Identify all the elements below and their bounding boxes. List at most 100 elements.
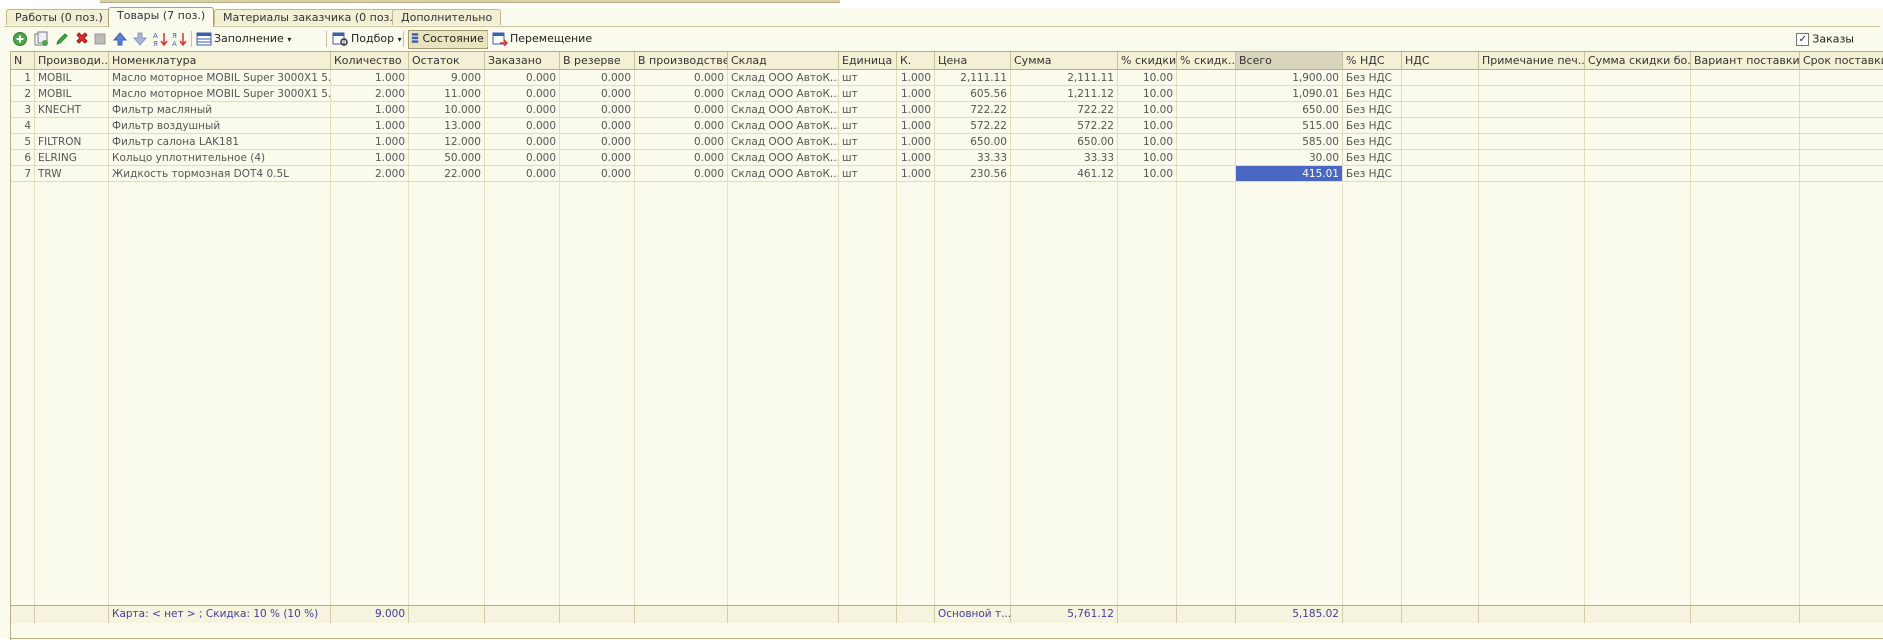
column-header[interactable]: Количество — [331, 52, 409, 70]
table-cell[interactable] — [1402, 134, 1479, 150]
table-cell[interactable] — [1585, 150, 1691, 166]
table-cell[interactable]: Жидкость тормозная DOT4 0.5L — [109, 166, 331, 182]
table-cell[interactable]: 2,111.11 — [935, 70, 1011, 86]
column-header[interactable]: В резерве — [560, 52, 635, 70]
table-cell[interactable]: Склад ООО АвтоК... — [728, 134, 839, 150]
table-cell[interactable] — [1585, 134, 1691, 150]
table-cell[interactable]: 11.000 — [409, 86, 485, 102]
table-cell[interactable]: шт — [839, 118, 897, 134]
table-cell[interactable]: Фильтр воздушный — [109, 118, 331, 134]
add-icon[interactable] — [12, 31, 28, 47]
table-cell[interactable] — [1479, 70, 1585, 86]
column-header[interactable]: Сумма — [1011, 52, 1118, 70]
column-header[interactable]: НДС — [1402, 52, 1479, 70]
table-cell[interactable]: Без НДС — [1343, 150, 1402, 166]
table-cell[interactable]: 10.00 — [1118, 102, 1177, 118]
table-cell[interactable]: 1,211.12 — [1011, 86, 1118, 102]
table-cell[interactable] — [1402, 118, 1479, 134]
column-header[interactable]: Заказано — [485, 52, 560, 70]
table-cell[interactable] — [1800, 150, 1883, 166]
table-cell[interactable]: 3 — [11, 102, 35, 118]
table-cell[interactable] — [1800, 134, 1883, 150]
table-cell[interactable]: 0.000 — [485, 134, 560, 150]
table-cell[interactable]: 585.00 — [1236, 134, 1343, 150]
table-cell[interactable]: 10.00 — [1118, 150, 1177, 166]
fill-button[interactable]: Заполнение ▾ — [214, 31, 291, 47]
status-button[interactable]: Состояние — [408, 30, 488, 49]
table-cell[interactable]: 572.22 — [1011, 118, 1118, 134]
table-cell[interactable]: шт — [839, 150, 897, 166]
table-cell[interactable]: Масло моторное MOBIL Super 3000X1 5... — [109, 70, 331, 86]
table-cell[interactable]: 10.00 — [1118, 70, 1177, 86]
table-cell[interactable]: 30.00 — [1236, 150, 1343, 166]
table-cell[interactable]: 1.000 — [897, 134, 935, 150]
table-cell[interactable] — [1585, 118, 1691, 134]
column-header[interactable]: Вариант поставки — [1691, 52, 1800, 70]
table-cell[interactable] — [1177, 102, 1236, 118]
table-cell[interactable]: 0.000 — [485, 118, 560, 134]
table-cell[interactable] — [1479, 102, 1585, 118]
table-cell[interactable]: 33.33 — [935, 150, 1011, 166]
column-header[interactable]: N — [11, 52, 35, 70]
table-cell[interactable] — [1177, 150, 1236, 166]
table-cell[interactable]: Склад ООО АвтоК... — [728, 166, 839, 182]
table-cell[interactable] — [1177, 118, 1236, 134]
column-header[interactable]: Сумма скидки бо... — [1585, 52, 1691, 70]
table-cell[interactable]: 1.000 — [331, 118, 409, 134]
table-cell[interactable]: Без НДС — [1343, 134, 1402, 150]
table-cell[interactable]: 1,900.00 — [1236, 70, 1343, 86]
table-cell[interactable]: ELRING — [35, 150, 109, 166]
table-cell[interactable]: шт — [839, 86, 897, 102]
table-cell[interactable]: 2 — [11, 86, 35, 102]
column-header[interactable]: К. — [897, 52, 935, 70]
table-cell[interactable]: 10.00 — [1118, 166, 1177, 182]
table-cell[interactable]: Кольцо уплотнительное (4) — [109, 150, 331, 166]
table-cell[interactable] — [1177, 70, 1236, 86]
table-cell[interactable]: шт — [839, 166, 897, 182]
table-cell[interactable]: 722.22 — [935, 102, 1011, 118]
table-cell[interactable] — [1479, 150, 1585, 166]
table-cell[interactable] — [1585, 70, 1691, 86]
move-up-icon[interactable] — [112, 31, 128, 47]
table-cell[interactable]: 0.000 — [635, 134, 728, 150]
table-cell[interactable]: 1,090.01 — [1236, 86, 1343, 102]
table-cell[interactable] — [1479, 134, 1585, 150]
table-cell[interactable] — [1177, 166, 1236, 182]
end-edit-icon[interactable] — [92, 31, 108, 47]
table-cell[interactable] — [1800, 102, 1883, 118]
table-cell[interactable] — [1800, 70, 1883, 86]
table-cell[interactable]: 2,111.11 — [1011, 70, 1118, 86]
table-cell[interactable] — [1402, 166, 1479, 182]
move-button[interactable]: Перемещение — [510, 31, 592, 47]
table-cell[interactable]: Фильтр салона LAK181 — [109, 134, 331, 150]
table-cell[interactable]: 230.56 — [935, 166, 1011, 182]
table-cell[interactable]: 0.000 — [485, 150, 560, 166]
table-cell[interactable]: 605.56 — [935, 86, 1011, 102]
goods-table[interactable]: N Производи... Номенклатура Количество Остат… — [10, 51, 1883, 640]
table-cell[interactable]: 0.000 — [485, 166, 560, 182]
column-header[interactable]: % скидк... — [1177, 52, 1236, 70]
table-cell[interactable]: 5 — [11, 134, 35, 150]
column-header[interactable]: % НДС — [1343, 52, 1402, 70]
table-cell[interactable]: Склад ООО АвтоК... — [728, 150, 839, 166]
table-cell[interactable]: 12.000 — [409, 134, 485, 150]
table-cell[interactable] — [1691, 118, 1800, 134]
table-cell[interactable] — [1479, 86, 1585, 102]
table-cell[interactable]: 0.000 — [560, 70, 635, 86]
table-cell[interactable] — [1585, 102, 1691, 118]
table-cell[interactable]: Фильтр масляный — [109, 102, 331, 118]
column-header[interactable]: Единица — [839, 52, 897, 70]
table-cell[interactable]: 10.000 — [409, 102, 485, 118]
table-cell[interactable]: 1.000 — [897, 118, 935, 134]
tab-additional[interactable]: Дополнительно — [392, 9, 502, 25]
table-cell[interactable] — [1177, 134, 1236, 150]
table-cell[interactable] — [1479, 118, 1585, 134]
table-cell[interactable]: Без НДС — [1343, 70, 1402, 86]
table-cell[interactable]: Склад ООО АвтоК... — [728, 118, 839, 134]
fill-table-icon[interactable] — [196, 31, 212, 47]
table-cell[interactable]: 461.12 — [1011, 166, 1118, 182]
table-cell[interactable] — [1800, 118, 1883, 134]
table-cell[interactable]: MOBIL — [35, 70, 109, 86]
table-cell[interactable]: Склад ООО АвтоК... — [728, 102, 839, 118]
table-cell[interactable]: 1.000 — [331, 134, 409, 150]
